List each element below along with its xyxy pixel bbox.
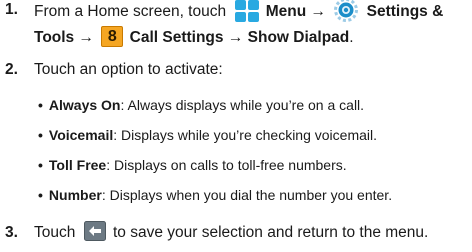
option-desc: : Always displays while you’re on a call… bbox=[120, 97, 365, 113]
bullet: • bbox=[38, 97, 43, 113]
settings-label: Settings & bbox=[366, 3, 444, 21]
step-1-line-1: From a Home screen, touch Menu → Setting… bbox=[34, 0, 468, 24]
option-desc: : Displays when you dial the number you … bbox=[101, 187, 393, 203]
bullet: • bbox=[38, 127, 43, 143]
arrow-2: → bbox=[78, 29, 95, 46]
step-3-number: 3. bbox=[5, 224, 18, 241]
option-always-on: • Always On: Always displays while you’re… bbox=[38, 96, 364, 114]
step-1-body: From a Home screen, touch Menu → Setting… bbox=[34, 0, 468, 50]
show-dialpad-label: Show Dialpad bbox=[247, 29, 350, 46]
arrow-3: → bbox=[227, 29, 244, 46]
option-toll-free: • Toll Free: Displays on calls to toll-fr… bbox=[38, 156, 347, 174]
step-2-number: 2. bbox=[5, 61, 18, 78]
settings-gear-icon bbox=[333, 0, 359, 22]
step-3-text-end: to save your selection and return to the… bbox=[113, 224, 429, 241]
arrow-1: → bbox=[310, 3, 327, 21]
option-name: Always On bbox=[48, 97, 121, 113]
bullet: • bbox=[38, 157, 43, 173]
step-1-number: 1. bbox=[5, 1, 18, 18]
menu-grid-icon bbox=[235, 0, 260, 22]
option-name: Number bbox=[48, 187, 102, 203]
instruction-page: 1. From a Home screen, touch Menu → Sett… bbox=[0, 0, 472, 252]
step-3-body: Touch to save your selection and return … bbox=[34, 221, 468, 243]
option-voicemail: • Voicemail: Displays while you’re checki… bbox=[38, 126, 377, 144]
step-2-text: Touch an option to activate: bbox=[34, 61, 223, 78]
menu-label: Menu bbox=[265, 3, 307, 21]
option-desc: : Displays on calls to toll-free numbers… bbox=[106, 157, 347, 173]
option-name: Toll Free bbox=[48, 157, 107, 173]
step-3-text-start: Touch bbox=[34, 224, 76, 241]
option-desc: : Displays while you’re checking voicema… bbox=[113, 127, 378, 143]
option-name: Voicemail bbox=[48, 127, 114, 143]
back-arrow-icon bbox=[83, 221, 106, 242]
option-number: • Number: Displays when you dial the numb… bbox=[38, 186, 392, 204]
numeric-key-icon: 8 bbox=[101, 25, 124, 47]
step-1-period: . bbox=[349, 29, 354, 46]
step-1-text-start: From a Home screen, touch bbox=[34, 3, 227, 21]
call-settings-label: Call Settings bbox=[129, 29, 224, 46]
tools-label: Tools bbox=[34, 29, 75, 46]
numeric-key-label: 8 bbox=[107, 27, 117, 45]
bullet: • bbox=[38, 187, 43, 203]
step-1-line-2: Tools → 8 Call Settings → Show Dialpad. bbox=[34, 25, 468, 50]
